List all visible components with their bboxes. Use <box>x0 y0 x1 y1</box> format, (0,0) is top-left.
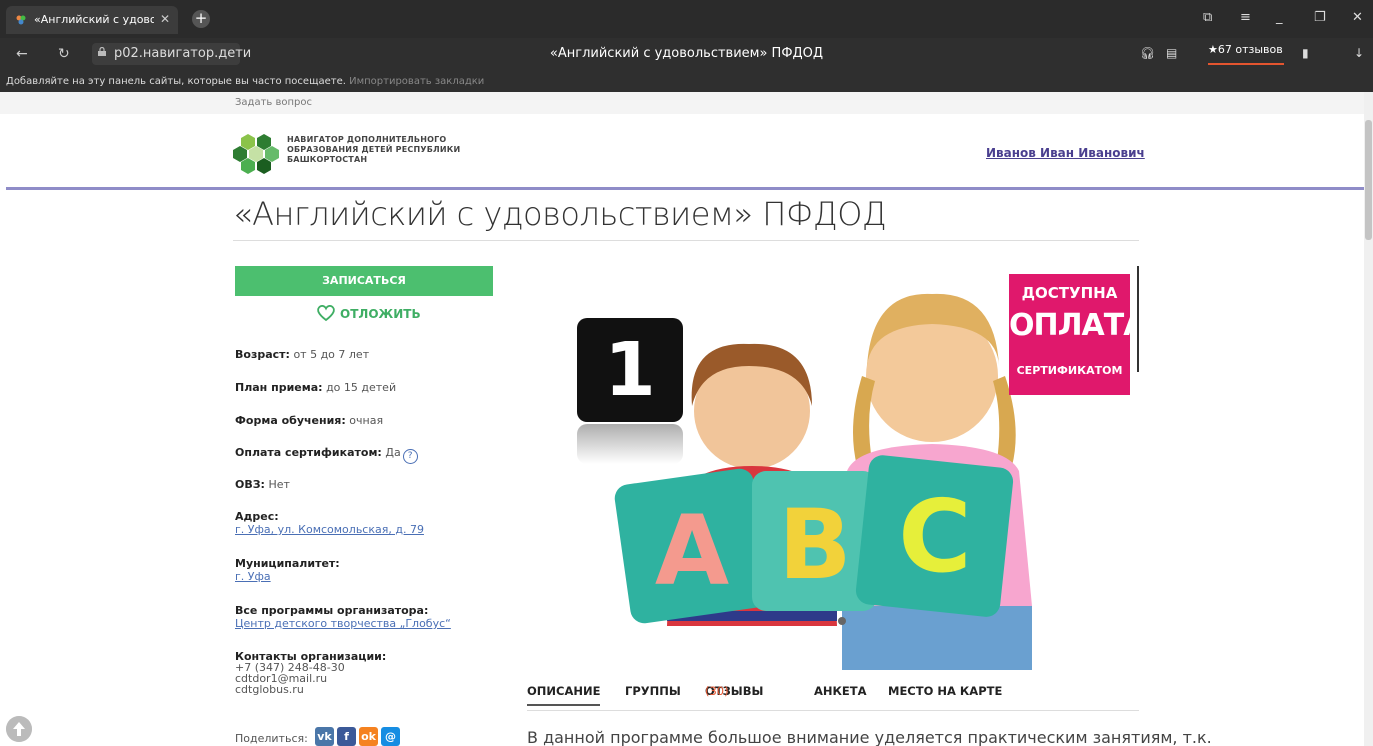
program-tabs: ОПИСАНИЕ ГРУППЫ ОТЗЫВЫ (30) АНКЕТА МЕСТО… <box>527 684 1139 711</box>
age-value: от 5 до 7 лет <box>293 348 370 361</box>
description-text: В данной программе большое внимание удел… <box>527 728 1212 746</box>
site-favicon-icon <box>16 15 26 25</box>
tab-map[interactable]: МЕСТО НА КАРТЕ <box>888 684 1002 698</box>
close-window-icon[interactable]: ✕ <box>1352 10 1363 25</box>
bookmark-icon[interactable]: ▮ <box>1302 46 1309 60</box>
menu-icon[interactable]: ≡ <box>1240 10 1251 25</box>
tab-groups[interactable]: ГРУППЫ <box>625 684 681 698</box>
certificate-value: Да <box>385 446 401 459</box>
municipality-row: Муниципалитет: г. Уфа <box>235 557 340 583</box>
age-row: Возраст: от 5 до 7 лет <box>235 348 370 361</box>
reviews-count: (30) <box>705 684 729 698</box>
odnoklassniki-share-icon[interactable]: ok <box>359 727 378 746</box>
plan-value: до 15 детей <box>326 381 397 394</box>
ovz-value: Нет <box>268 478 290 491</box>
site-link[interactable]: cdtglobus.ru <box>235 683 304 696</box>
browser-tab[interactable]: «Английский с удовольствием» ПФДОД ✕ <box>6 6 178 34</box>
address-bar: ← ↻ p02.навигатор.дети «Английский с удо… <box>0 38 1373 70</box>
signup-button[interactable]: ЗАПИСАТЬСЯ <box>235 266 493 296</box>
letter-c: C <box>898 478 971 595</box>
ask-question-link[interactable]: Задать вопрос <box>235 97 312 108</box>
user-profile-link[interactable]: Иванов Иван Иванович <box>986 146 1145 160</box>
promo-line-2: ОПЛАТА <box>1009 308 1146 343</box>
promo-edge <box>1137 266 1139 372</box>
number-reflection <box>577 424 683 464</box>
moimir-share-icon[interactable]: @ <box>381 727 400 746</box>
download-icon[interactable]: ↓ <box>1354 46 1364 60</box>
scrollbar-thumb[interactable] <box>1365 120 1372 240</box>
certificate-promo-badge: ДОСТУПНА ОПЛАТА СЕРТИФИКАТОМ <box>1009 274 1146 395</box>
logo-text: НАВИГАТОР ДОПОЛНИТЕЛЬНОГО ОБРАЗОВАНИЯ ДЕ… <box>287 135 461 164</box>
letter-a: A <box>655 495 729 607</box>
number-badge: 1 <box>577 318 683 464</box>
tab-title: «Английский с удовольствием» ПФДОД <box>34 13 154 26</box>
browser-tabbar: «Английский с удовольствием» ПФДОД ✕ + ⧉… <box>0 0 1373 38</box>
help-icon[interactable]: ? <box>402 449 418 464</box>
ovz-row: ОВЗ: Нет <box>235 478 290 491</box>
organizer-link[interactable]: Центр детского творчества „Глобус“ <box>235 617 451 630</box>
vk-share-icon[interactable]: vk <box>315 727 334 746</box>
header-divider <box>6 187 1364 190</box>
all-programs-row: Все программы организатора: Центр детског… <box>235 604 451 630</box>
form-value: очная <box>349 414 384 427</box>
certificate-row: Оплата сертификатом: Да? <box>235 446 418 464</box>
contacts-row: Контакты организации: +7 (347) 248-48-30 c… <box>235 650 387 696</box>
page-scrollbar[interactable] <box>1364 92 1373 746</box>
heart-icon <box>317 305 335 322</box>
form-row: Форма обучения: очная <box>235 414 384 427</box>
promo-line-3: СЕРТИФИКАТОМ <box>1016 364 1123 377</box>
page-title: «Английский с удовольствием» ПФДОД <box>233 195 887 233</box>
postpone-button[interactable]: ОТЛОЖИТЬ <box>316 304 421 322</box>
reviews-badge[interactable]: ★67 отзывов <box>1208 43 1284 65</box>
headphones-icon[interactable]: 🎧︎ <box>1140 46 1155 60</box>
title-underline <box>233 240 1139 241</box>
address-row: Адрес: г. Уфа, ул. Комсомольская, д. 79 <box>235 510 424 536</box>
tab-close-icon[interactable]: ✕ <box>160 12 170 26</box>
municipality-link[interactable]: г. Уфа <box>235 570 271 583</box>
address-link[interactable]: г. Уфа, ул. Комсомольская, д. 79 <box>235 523 424 536</box>
reader-icon[interactable]: ▤ <box>1166 46 1177 60</box>
tab-description[interactable]: ОПИСАНИЕ <box>527 684 601 706</box>
navigator-logo-icon[interactable] <box>233 132 279 174</box>
plan-row: План приема: до 15 детей <box>235 381 397 394</box>
tabs-list-icon[interactable]: ⧉ <box>1203 10 1212 25</box>
facebook-share-icon[interactable]: f <box>337 727 356 746</box>
reviews-text: ★67 отзывов <box>1208 43 1283 56</box>
bookmarks-hint: Добавляйте на эту панель сайты, которые … <box>6 76 346 87</box>
scroll-to-top-icon[interactable] <box>6 716 32 742</box>
letter-b: B <box>778 489 851 601</box>
import-bookmarks-link[interactable]: Импортировать закладки <box>349 76 484 87</box>
minimize-icon[interactable]: _ <box>1276 10 1283 25</box>
bookmarks-bar: Добавляйте на эту панель сайты, которые … <box>0 70 1373 92</box>
postpone-label: ОТЛОЖИТЬ <box>340 307 421 321</box>
maximize-icon[interactable]: ❐ <box>1314 10 1326 25</box>
top-strip: Задать вопрос <box>0 92 1364 114</box>
share-label: Поделиться: <box>235 732 308 745</box>
tab-questionnaire[interactable]: АНКЕТА <box>814 684 867 698</box>
page-content: Задать вопрос НАВИГАТОР ДОПОЛНИТЕЛЬНОГО … <box>0 92 1364 746</box>
promo-line-1: ДОСТУПНА <box>1021 284 1118 302</box>
new-tab-icon[interactable]: + <box>192 10 210 28</box>
